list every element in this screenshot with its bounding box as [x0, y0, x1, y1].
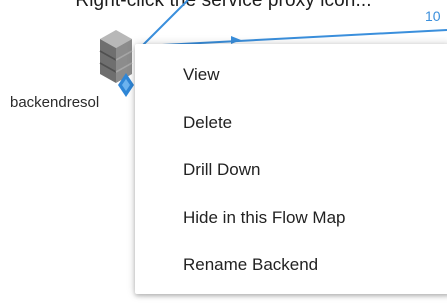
context-menu: View Delete Drill Down Hide in this Flow… — [135, 44, 447, 294]
menu-item-rename-backend[interactable]: Rename Backend — [135, 241, 447, 289]
menu-item-view[interactable]: View — [135, 51, 447, 99]
menu-item-delete[interactable]: Delete — [135, 99, 447, 147]
flow-map-canvas[interactable]: Right-click the service proxy icon... 10… — [0, 0, 447, 303]
incoming-edge — [142, 0, 189, 46]
backend-node-label: backendresol — [10, 94, 100, 111]
menu-item-drill-down[interactable]: Drill Down — [135, 146, 447, 194]
menu-item-hide-in-flow-map[interactable]: Hide in this Flow Map — [135, 194, 447, 242]
edge-call-count: 10 — [425, 8, 441, 24]
edge-arrow — [231, 36, 241, 44]
